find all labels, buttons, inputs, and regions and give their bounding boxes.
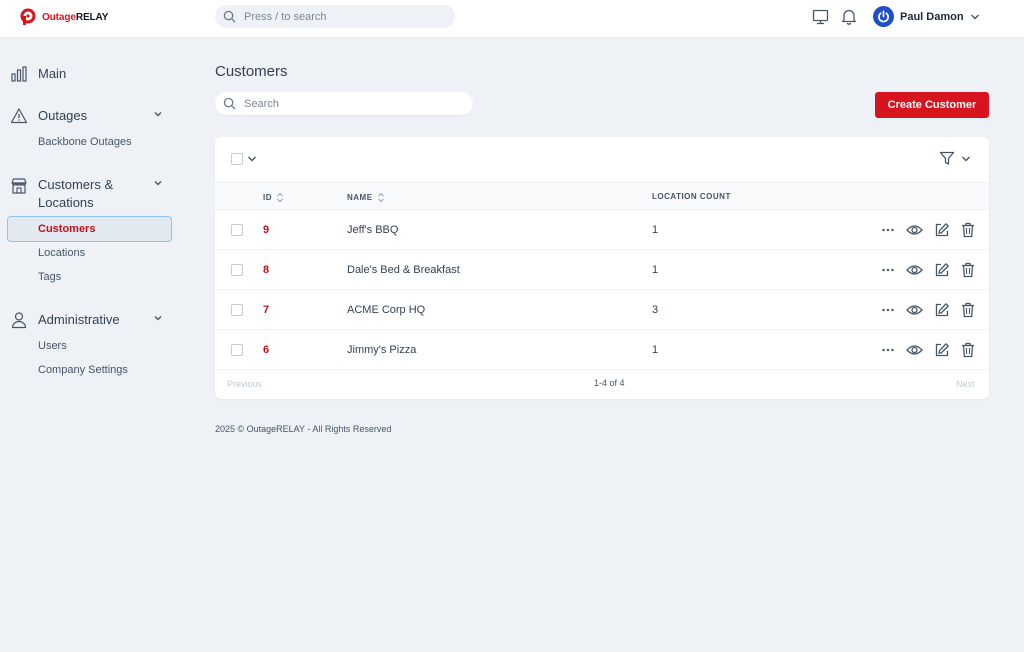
table-row: 7 ACME Corp HQ 3 bbox=[215, 290, 989, 330]
sort-icon bbox=[377, 192, 384, 203]
footer-copyright: 2025 © OutageRELAY - All Rights Reserved bbox=[215, 424, 392, 434]
user-menu[interactable]: Paul Damon bbox=[873, 6, 980, 27]
chevron-down-icon bbox=[962, 156, 970, 161]
customers-table-card: ID NAME LOCATION COUNT 9 Jeff's BBQ 1 8 … bbox=[215, 137, 989, 399]
row-checkbox[interactable] bbox=[231, 264, 243, 276]
sort-icon bbox=[277, 192, 283, 203]
customer-id-link[interactable]: 8 bbox=[263, 264, 269, 276]
avatar bbox=[873, 6, 894, 27]
warning-icon bbox=[10, 108, 28, 124]
sidebar-item-company-settings[interactable]: Company Settings bbox=[38, 364, 128, 376]
table-header: ID NAME LOCATION COUNT bbox=[215, 182, 989, 210]
power-icon bbox=[878, 10, 889, 23]
edit-icon[interactable] bbox=[934, 222, 950, 238]
sidebar-item-administrative[interactable]: Administrative bbox=[10, 311, 175, 329]
customer-search-input[interactable] bbox=[244, 97, 454, 110]
sidebar-item-label: Administrative bbox=[38, 312, 120, 327]
view-icon[interactable] bbox=[906, 303, 923, 317]
column-header-name[interactable]: NAME bbox=[347, 192, 385, 203]
bulk-select[interactable] bbox=[231, 153, 257, 165]
sidebar-item-label: Customers & Locations bbox=[38, 177, 114, 210]
more-icon[interactable] bbox=[881, 263, 895, 277]
select-all-checkbox[interactable] bbox=[231, 153, 243, 165]
customer-id-link[interactable]: 6 bbox=[263, 344, 269, 356]
next-page-button[interactable]: Next bbox=[956, 379, 975, 389]
edit-icon[interactable] bbox=[934, 262, 950, 278]
sidebar-item-outages[interactable]: Outages bbox=[10, 107, 175, 125]
table-row: 6 Jimmy's Pizza 1 bbox=[215, 330, 989, 370]
sidebar-item-tags[interactable]: Tags bbox=[38, 271, 61, 283]
monitor-icon[interactable] bbox=[812, 9, 829, 25]
location-count: 1 bbox=[652, 224, 659, 236]
customer-name: ACME Corp HQ bbox=[347, 304, 426, 316]
column-header-id[interactable]: ID bbox=[263, 192, 284, 203]
sidebar: Main Outages Backbone Outages Customers … bbox=[0, 38, 180, 652]
filter-icon bbox=[939, 151, 955, 165]
bar-chart-icon bbox=[11, 66, 27, 82]
user-icon bbox=[11, 312, 27, 329]
pagination: Previous 1-4 of 4 Next bbox=[215, 369, 989, 399]
customer-search[interactable] bbox=[215, 92, 473, 115]
view-icon[interactable] bbox=[906, 343, 923, 357]
store-icon bbox=[11, 178, 27, 194]
customer-name: Jimmy's Pizza bbox=[347, 344, 417, 356]
location-count: 3 bbox=[652, 304, 659, 316]
customer-name: Jeff's BBQ bbox=[347, 224, 399, 236]
pagination-range: 1-4 of 4 bbox=[594, 378, 625, 388]
logo-icon bbox=[20, 8, 36, 25]
view-icon[interactable] bbox=[906, 223, 923, 237]
bell-icon[interactable] bbox=[841, 8, 857, 25]
brand-name: OutageRELAY bbox=[42, 11, 109, 23]
column-header-location-count: LOCATION COUNT bbox=[652, 192, 731, 201]
view-icon[interactable] bbox=[906, 263, 923, 277]
edit-icon[interactable] bbox=[934, 342, 950, 358]
chevron-down-icon bbox=[154, 181, 162, 186]
sidebar-item-backbone-outages[interactable]: Backbone Outages bbox=[38, 136, 132, 148]
filter-button[interactable] bbox=[939, 151, 971, 166]
chevron-down-icon bbox=[154, 316, 162, 321]
row-checkbox[interactable] bbox=[231, 224, 243, 236]
trash-icon[interactable] bbox=[961, 342, 975, 358]
sidebar-item-label: Main bbox=[38, 66, 67, 81]
trash-icon[interactable] bbox=[961, 222, 975, 238]
customer-id-link[interactable]: 7 bbox=[263, 304, 269, 316]
sidebar-item-customers[interactable]: Customers bbox=[7, 216, 172, 242]
global-search[interactable] bbox=[215, 5, 455, 28]
more-icon[interactable] bbox=[881, 303, 895, 317]
sidebar-item-main[interactable]: Main bbox=[10, 65, 66, 83]
search-icon bbox=[223, 97, 236, 110]
trash-icon[interactable] bbox=[961, 302, 975, 318]
sidebar-item-customers-locations[interactable]: Customers & Locations bbox=[10, 176, 175, 212]
chevron-down-icon bbox=[970, 14, 979, 19]
table-row: 8 Dale's Bed & Breakfast 1 bbox=[215, 250, 989, 290]
previous-page-button[interactable]: Previous bbox=[227, 379, 262, 389]
brand-logo[interactable]: OutageRELAY bbox=[20, 8, 108, 26]
edit-icon[interactable] bbox=[934, 302, 950, 318]
sidebar-item-locations[interactable]: Locations bbox=[38, 247, 85, 259]
sidebar-item-label: Customers bbox=[38, 223, 96, 235]
search-icon bbox=[223, 10, 236, 23]
more-icon[interactable] bbox=[881, 223, 895, 237]
chevron-down-icon bbox=[154, 112, 162, 117]
chevron-down-icon[interactable] bbox=[247, 155, 257, 163]
page-title: Customers bbox=[215, 63, 288, 80]
location-count: 1 bbox=[652, 344, 659, 356]
table-row: 9 Jeff's BBQ 1 bbox=[215, 210, 989, 250]
trash-icon[interactable] bbox=[961, 262, 975, 278]
location-count: 1 bbox=[652, 264, 659, 276]
top-bar: OutageRELAY Paul Damon bbox=[0, 0, 1024, 38]
sidebar-item-users[interactable]: Users bbox=[38, 340, 67, 352]
row-checkbox[interactable] bbox=[231, 304, 243, 316]
row-checkbox[interactable] bbox=[231, 344, 243, 356]
user-name: Paul Damon bbox=[900, 10, 964, 23]
more-icon[interactable] bbox=[881, 343, 895, 357]
customer-name: Dale's Bed & Breakfast bbox=[347, 264, 460, 276]
create-customer-button[interactable]: Create Customer bbox=[875, 92, 989, 118]
global-search-input[interactable] bbox=[244, 10, 444, 23]
customer-id-link[interactable]: 9 bbox=[263, 224, 269, 236]
sidebar-item-label: Outages bbox=[38, 108, 88, 123]
